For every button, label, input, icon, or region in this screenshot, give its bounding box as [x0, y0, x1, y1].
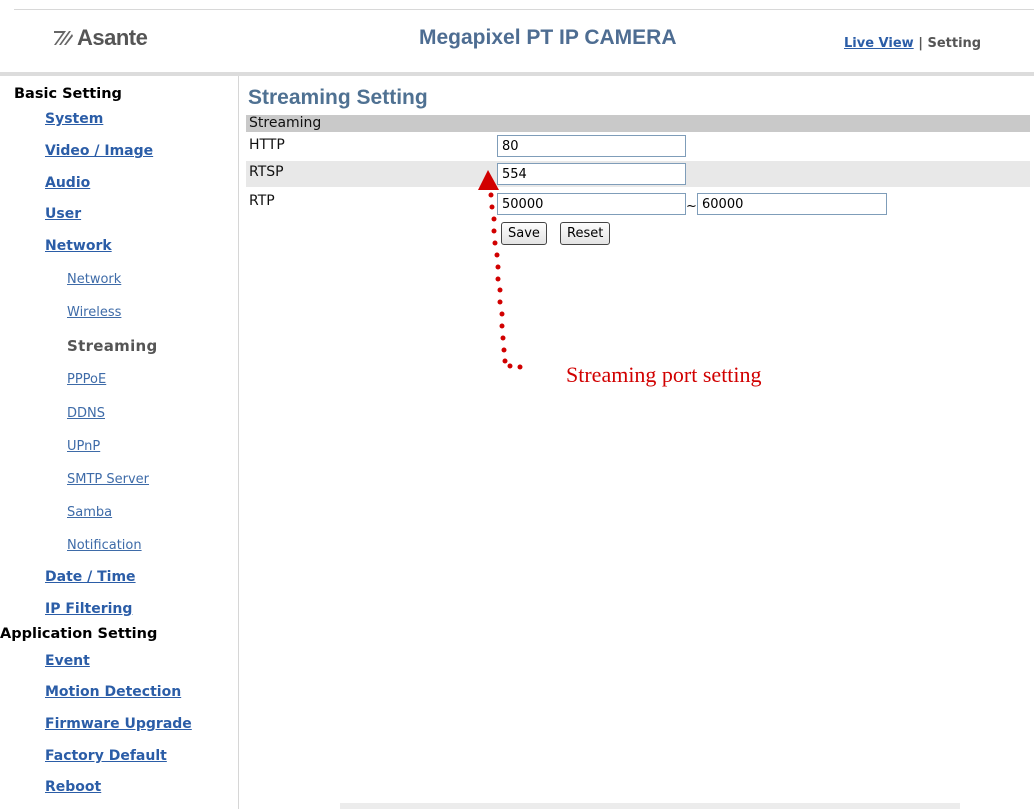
brand-logo: Asante [52, 25, 148, 50]
rtp-range-separator: ~ [686, 199, 697, 214]
sidebar-item-firmware-upgrade[interactable]: Firmware Upgrade [45, 716, 192, 732]
rtp-port-to-input[interactable] [697, 193, 887, 215]
rtp-label: RTP [249, 193, 275, 209]
sidebar-subitem-network[interactable]: Network [67, 272, 121, 287]
sidebar-item-audio[interactable]: Audio [45, 175, 90, 191]
setting-link-current: Setting [927, 36, 982, 51]
sidebar-subitem-notification[interactable]: Notification [67, 538, 142, 553]
top-divider [14, 9, 1034, 10]
header-nav: Live View | Setting [844, 36, 981, 51]
sidebar-subitem-wireless[interactable]: Wireless [67, 305, 121, 320]
sidebar-item-motion-detection[interactable]: Motion Detection [45, 684, 181, 700]
rtsp-port-input[interactable] [497, 163, 686, 185]
sidebar-item-factory-default[interactable]: Factory Default [45, 748, 167, 764]
http-label: HTTP [249, 137, 285, 153]
sidebar-item-event[interactable]: Event [45, 653, 90, 669]
sidebar-subitem-streaming: Streaming [67, 337, 158, 355]
brand-name: Asante [77, 25, 148, 50]
sidebar-item-reboot[interactable]: Reboot [45, 779, 101, 795]
save-button[interactable]: Save [501, 222, 547, 245]
sidebar-item-video-image[interactable]: Video / Image [45, 143, 153, 159]
sidebar-subitem-samba[interactable]: Samba [67, 505, 112, 520]
section-label: Streaming [249, 115, 322, 131]
sidebar-item-date-time[interactable]: Date / Time [45, 569, 136, 585]
header: Asante Megapixel PT IP CAMERA Live View … [0, 0, 1034, 68]
dotted-pointer-line [488, 192, 523, 370]
rtsp-label: RTSP [249, 164, 284, 180]
live-view-link[interactable]: Live View [844, 36, 914, 51]
asante-logo-icon [54, 31, 73, 45]
sidebar-subitem-smtp-server[interactable]: SMTP Server [67, 472, 149, 487]
sidebar-subitem-ddns[interactable]: DDNS [67, 406, 105, 421]
sidebar-item-network[interactable]: Network [45, 238, 112, 254]
sidebar-item-ip-filtering[interactable]: IP Filtering [45, 601, 132, 617]
sidebar: Basic Setting System Video / Image Audio… [0, 76, 239, 809]
http-port-input[interactable] [497, 135, 686, 157]
section-header-bar [246, 115, 1030, 132]
sidebar-item-system[interactable]: System [45, 111, 103, 127]
sidebar-subitem-upnp[interactable]: UPnP [67, 439, 100, 454]
page-title: Streaming Setting [248, 86, 428, 109]
sidebar-subitem-pppoe[interactable]: PPPoE [67, 372, 106, 387]
application-setting-heading: Application Setting [0, 626, 158, 642]
rtp-port-from-input[interactable] [497, 193, 686, 215]
basic-setting-heading: Basic Setting [14, 86, 122, 102]
sidebar-item-user[interactable]: User [45, 206, 81, 222]
reset-button[interactable]: Reset [560, 222, 611, 245]
bottom-scroll-shade [340, 803, 960, 809]
header-separator: | [913, 36, 928, 51]
annotation-label: Streaming port setting [566, 362, 762, 387]
product-title: Megapixel PT IP CAMERA [419, 26, 677, 49]
